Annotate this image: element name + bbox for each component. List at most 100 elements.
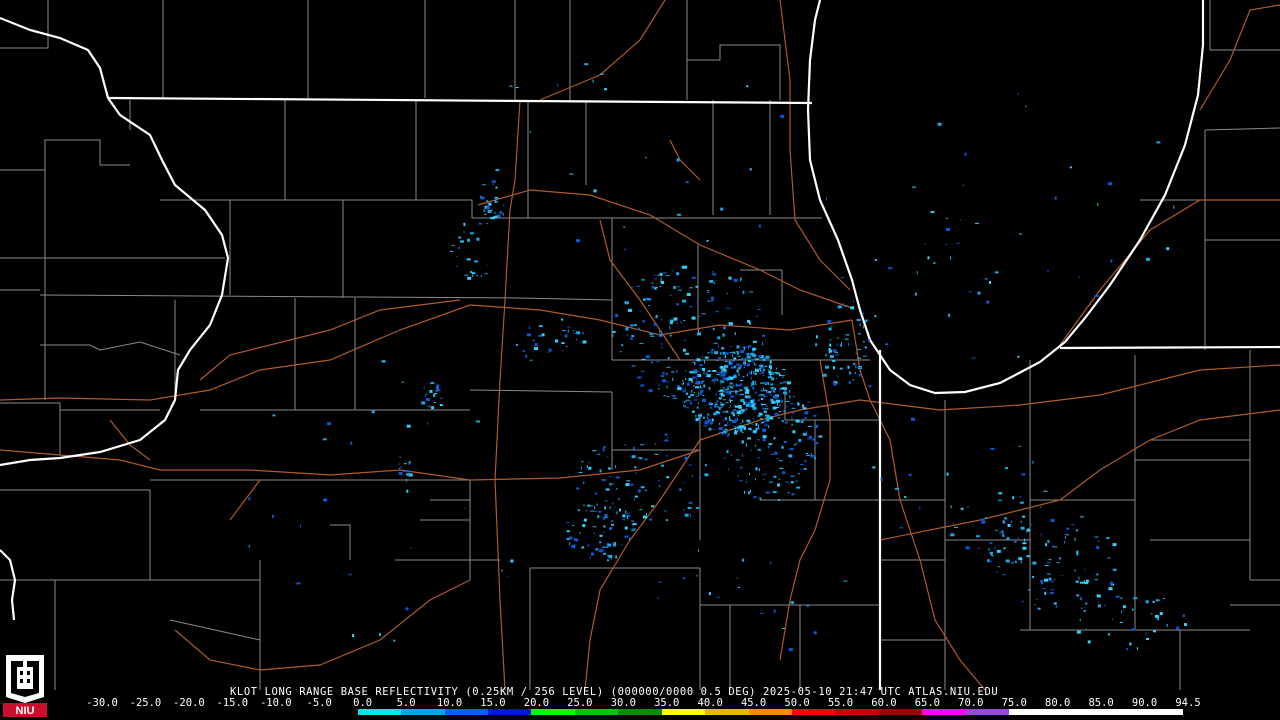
echo-pixel bbox=[427, 405, 430, 407]
echo-pixel bbox=[729, 352, 733, 354]
echo-pixel bbox=[806, 431, 808, 433]
echo-pixel bbox=[750, 449, 752, 451]
echo-pixel bbox=[651, 505, 655, 508]
echo-pixel bbox=[933, 262, 936, 265]
echo-pixel bbox=[615, 314, 619, 318]
echo-pixel bbox=[685, 400, 687, 403]
echo-pixel bbox=[433, 393, 436, 397]
echo-pixel bbox=[778, 499, 780, 501]
echo-pixel bbox=[599, 549, 603, 553]
echo-pixel bbox=[683, 319, 686, 321]
echo-pixel bbox=[722, 433, 723, 436]
echo-pixel bbox=[626, 512, 630, 514]
highways bbox=[0, 0, 1280, 691]
echo-pixel bbox=[1022, 515, 1026, 518]
echo-pixel bbox=[476, 420, 481, 423]
echo-pixel bbox=[832, 349, 837, 353]
echo-pixel bbox=[673, 397, 677, 399]
echo-pixel bbox=[1131, 608, 1134, 611]
echo-pixel bbox=[733, 278, 738, 282]
echo-pixel bbox=[785, 387, 787, 390]
echo-pixel bbox=[687, 396, 691, 398]
echo-pixel bbox=[581, 461, 584, 463]
echo-pixel bbox=[697, 392, 699, 395]
echo-pixel bbox=[768, 372, 773, 374]
echo-pixel bbox=[645, 355, 650, 359]
echo-pixel bbox=[467, 276, 472, 280]
echo-pixel bbox=[1078, 576, 1080, 580]
echo-pixel bbox=[400, 466, 402, 469]
legend-tick: 45.0 bbox=[740, 697, 767, 709]
echo-pixel bbox=[603, 446, 607, 448]
echo-pixel bbox=[1176, 626, 1180, 630]
echo-pixel bbox=[991, 555, 994, 557]
echo-pixel bbox=[605, 500, 608, 502]
echo-pixel bbox=[704, 356, 709, 359]
echo-pixel bbox=[596, 503, 598, 506]
echo-pixel bbox=[850, 306, 855, 310]
echo-pixel bbox=[775, 367, 777, 370]
echo-pixel bbox=[683, 403, 684, 407]
echo-pixel bbox=[637, 489, 641, 493]
echo-pixel bbox=[790, 455, 792, 457]
echo-pixel bbox=[1107, 557, 1111, 559]
echo-pixel bbox=[567, 329, 569, 333]
echo-pixel bbox=[769, 360, 772, 364]
echo-pixel bbox=[609, 476, 611, 477]
echo-pixel bbox=[767, 369, 769, 371]
echo-pixel bbox=[994, 546, 996, 550]
echo-pixel bbox=[754, 367, 756, 369]
echo-pixel bbox=[659, 285, 662, 287]
echo-pixel bbox=[1021, 473, 1026, 476]
echo-pixel bbox=[449, 250, 453, 252]
echo-pixel bbox=[598, 510, 602, 513]
echo-pixel bbox=[843, 580, 848, 582]
echo-pixel bbox=[768, 443, 773, 445]
echo-pixel bbox=[785, 391, 787, 393]
echo-pixel bbox=[862, 355, 867, 357]
echo-pixel bbox=[704, 360, 705, 364]
echo-pixel bbox=[760, 422, 763, 424]
echo-pixel bbox=[1020, 560, 1022, 564]
echo-pixel bbox=[464, 274, 469, 276]
echo-pixel bbox=[582, 332, 584, 335]
echo-pixel bbox=[753, 432, 757, 434]
echo-pixel bbox=[712, 429, 714, 430]
echo-pixel bbox=[683, 482, 685, 484]
echo-pixel bbox=[778, 385, 779, 387]
echo-pixel bbox=[967, 506, 969, 508]
echo-pixel bbox=[483, 209, 485, 212]
legend-tick: 65.0 bbox=[914, 697, 941, 709]
echo-pixel bbox=[763, 394, 766, 398]
echo-pixel bbox=[613, 510, 615, 512]
echo-pixel bbox=[731, 411, 735, 415]
echo-pixel bbox=[729, 405, 731, 407]
echo-pixel bbox=[494, 196, 499, 199]
echo-pixel bbox=[693, 392, 695, 393]
echo-pixel bbox=[722, 377, 727, 381]
echo-pixel bbox=[754, 372, 757, 375]
echo-pixel bbox=[782, 369, 786, 370]
echo-pixel bbox=[977, 291, 981, 295]
echo-pixel bbox=[715, 311, 720, 313]
echo-pixel bbox=[487, 203, 489, 205]
echo-pixel bbox=[765, 396, 768, 397]
echo-pixel bbox=[651, 282, 654, 284]
echo-pixel bbox=[1040, 533, 1042, 536]
echo-pixel bbox=[919, 506, 921, 510]
echo-pixel bbox=[799, 464, 804, 466]
echo-pixel bbox=[503, 204, 505, 207]
echo-pixel bbox=[804, 460, 807, 463]
echo-pixel bbox=[781, 376, 784, 378]
echo-pixel bbox=[759, 612, 764, 614]
echo-pixel bbox=[770, 383, 774, 386]
echo-pixel bbox=[466, 258, 471, 261]
echo-pixel bbox=[615, 476, 620, 479]
county-boundaries bbox=[0, 0, 1280, 690]
reflectivity-colorbar bbox=[97, 709, 1183, 715]
echo-pixel bbox=[751, 402, 756, 405]
echo-pixel bbox=[776, 399, 780, 403]
echo-pixel bbox=[715, 406, 720, 408]
echo-pixel bbox=[439, 404, 443, 406]
echo-pixel bbox=[587, 544, 590, 547]
